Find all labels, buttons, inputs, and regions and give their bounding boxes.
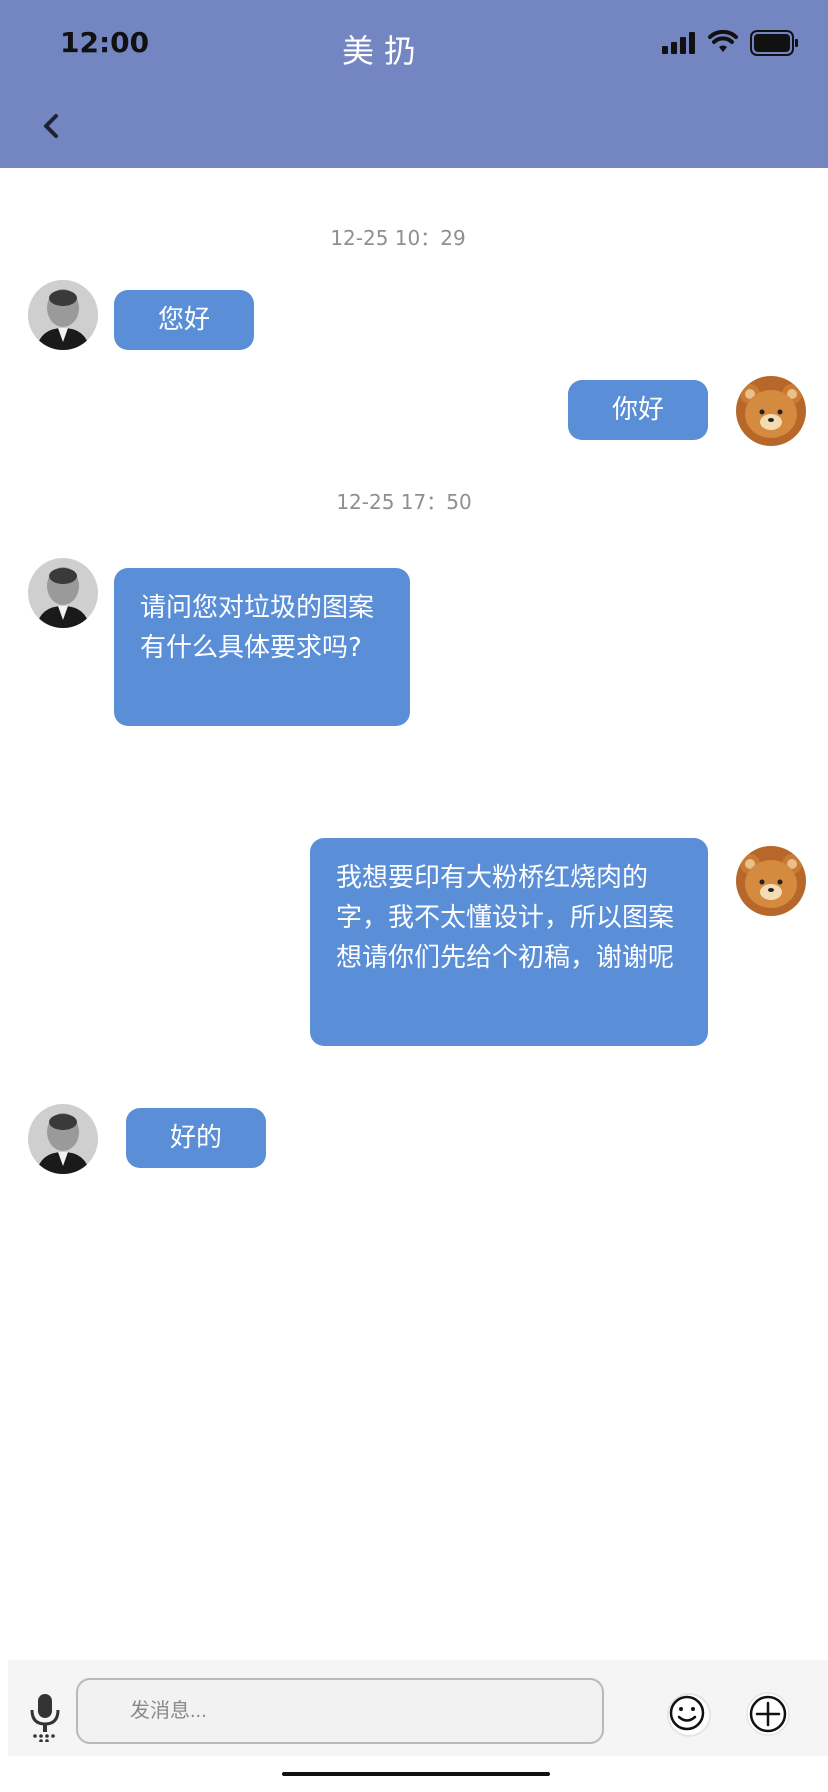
- contact-avatar[interactable]: [28, 280, 98, 350]
- message-bubble-left[interactable]: 好的: [126, 1108, 266, 1168]
- top-nav-bar: 12:00 美扔: [0, 0, 828, 168]
- microphone-icon[interactable]: [26, 1692, 64, 1742]
- message-input-bar: [8, 1660, 828, 1756]
- chevron-left-icon[interactable]: [34, 106, 70, 146]
- message-bubble-left[interactable]: 请问您对垃圾的图案有什么具体要求吗?: [114, 568, 410, 726]
- contact-avatar[interactable]: [28, 558, 98, 628]
- message-bubble-right[interactable]: 你好: [568, 380, 708, 440]
- contact-avatar[interactable]: [28, 1104, 98, 1174]
- portrait-avatar-icon: [28, 558, 98, 628]
- portrait-avatar-icon: [28, 1104, 98, 1174]
- bear-avatar-icon: [736, 846, 806, 916]
- portrait-avatar-icon: [28, 280, 98, 350]
- smiley-icon[interactable]: [666, 1692, 712, 1738]
- message-bubble-left[interactable]: 您好: [114, 290, 254, 350]
- chat-timestamp: 12-25 10：29: [330, 226, 466, 250]
- wifi-icon: [708, 30, 738, 52]
- chat-timestamp: 12-25 17：50: [336, 490, 472, 514]
- message-input[interactable]: [76, 1678, 604, 1744]
- plus-circle-icon[interactable]: [746, 1692, 790, 1736]
- user-avatar[interactable]: [736, 846, 806, 916]
- battery-icon: [750, 30, 798, 56]
- user-avatar[interactable]: [736, 376, 806, 446]
- bear-avatar-icon: [736, 376, 806, 446]
- page-title: 美扔: [341, 32, 426, 70]
- home-indicator[interactable]: [282, 1772, 550, 1776]
- message-bubble-right[interactable]: 我想要印有大粉桥红烧肉的字，我不太懂设计，所以图案想请你们先给个初稿，谢谢呢: [310, 838, 708, 1046]
- cellular-signal-icon: [662, 32, 695, 54]
